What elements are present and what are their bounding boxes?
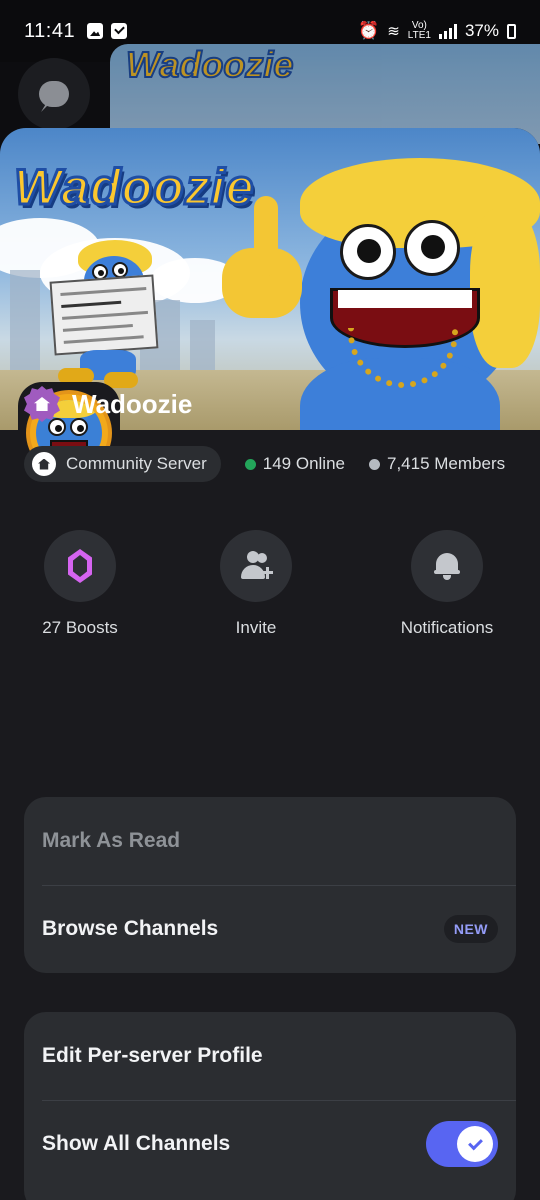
invite-button[interactable]: Invite xyxy=(218,530,294,638)
community-label: Community Server xyxy=(66,454,207,473)
banner-title: Wadoozie xyxy=(12,158,255,217)
menu-card-read: Mark As Read Browse Channels NEW xyxy=(24,797,516,973)
bell-icon xyxy=(434,551,460,581)
new-badge: NEW xyxy=(443,915,498,943)
invite-icon xyxy=(239,551,273,581)
menu-card-profile: Edit Per-server Profile Show All Channel… xyxy=(24,1012,516,1200)
alarm-icon: ⏰ xyxy=(358,21,380,40)
show-all-channels-toggle[interactable] xyxy=(426,1121,498,1167)
battery-level: 37% xyxy=(464,21,499,40)
server-meta: Community Server 149 Online 7,415 Member… xyxy=(24,446,505,482)
boosts-button[interactable]: 27 Boosts xyxy=(42,530,118,638)
server-actions: 27 Boosts Invite Notifications xyxy=(0,530,540,650)
edit-per-server-profile-item[interactable]: Edit Per-server Profile xyxy=(24,1012,516,1100)
network-label: Vo) LTE1 xyxy=(407,20,431,41)
battery-icon xyxy=(507,23,516,39)
member-count: 7,415 Members xyxy=(369,454,505,474)
signal-icon xyxy=(438,23,457,39)
checkmark-icon xyxy=(467,1135,483,1150)
community-home-badge-icon xyxy=(24,386,60,422)
checkbox-notification-icon xyxy=(111,23,128,39)
online-dot-icon xyxy=(244,458,256,470)
notifications-button[interactable]: Notifications xyxy=(397,530,497,638)
show-all-channels-item[interactable]: Show All Channels xyxy=(24,1100,516,1188)
browse-channels-item[interactable]: Browse Channels NEW xyxy=(24,885,516,973)
boost-icon xyxy=(68,549,92,583)
wifi-icon: ≋ xyxy=(387,23,400,40)
community-server-pill[interactable]: Community Server xyxy=(24,446,221,482)
server-name-row: Wadoozie xyxy=(24,386,192,422)
gallery-notification-icon xyxy=(87,23,104,39)
chat-bubble-icon xyxy=(39,81,69,107)
status-time: 11:41 xyxy=(24,19,76,42)
direct-messages-button[interactable] xyxy=(18,58,90,130)
server-name: Wadoozie xyxy=(72,388,193,419)
mark-as-read-item[interactable]: Mark As Read xyxy=(24,797,516,885)
member-dot-icon xyxy=(369,458,380,470)
community-icon xyxy=(32,452,56,476)
online-count: 149 Online xyxy=(244,454,345,474)
